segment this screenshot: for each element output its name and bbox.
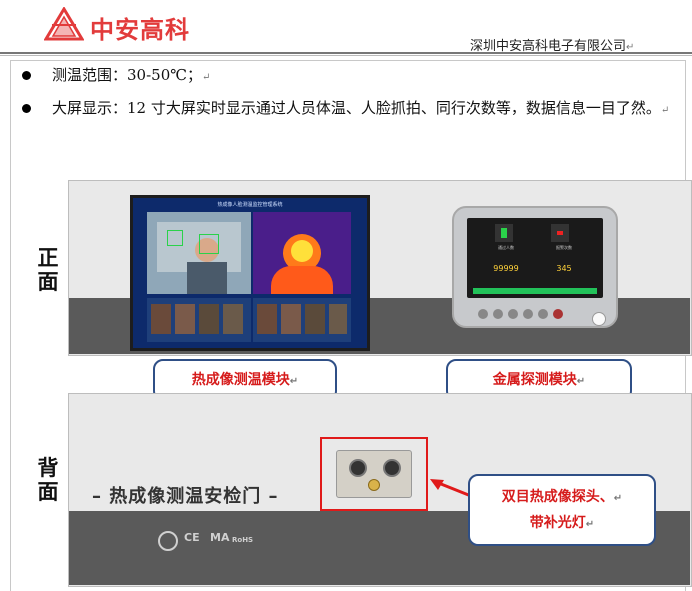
thermal-camera-view [253, 212, 351, 294]
alarm-count-caption: 报警次数 [556, 245, 572, 250]
key-button-icon [523, 309, 533, 319]
key-button-icon [508, 309, 518, 319]
screen-title: 热成像人脸测温监控管理系统 [217, 202, 283, 208]
logo-icon [44, 7, 84, 41]
indicator-bar [473, 288, 597, 294]
gate-title: – 热成像测温安检门 – [92, 486, 279, 507]
logo-text: 中安高科 [90, 16, 190, 44]
dual-thermal-probe [336, 450, 412, 498]
callout-dual-probe: 双目热成像探头、↵ 带补光灯↵ [468, 474, 656, 546]
power-button-icon [553, 309, 563, 319]
recycle-icon [158, 531, 178, 551]
lens-icon [383, 459, 401, 477]
ce-mark: CE [184, 531, 200, 544]
back-label: 背面 [37, 456, 59, 504]
alarm-count-value: 345 [556, 264, 572, 273]
key-button-icon [493, 309, 503, 319]
return-mark: ↵ [660, 105, 670, 116]
front-label: 正面 [37, 246, 59, 294]
ma-mark: MA [210, 531, 230, 544]
face-capture-strip-right [253, 298, 351, 342]
metal-detector-screen: 通过人数 报警次数 99999 345 [467, 218, 603, 298]
key-button-icon [538, 309, 548, 319]
lens-icon [349, 459, 367, 477]
bullet-dot-icon [22, 104, 31, 113]
bullet-dot-icon [22, 71, 31, 80]
person-pass-icon [495, 224, 513, 242]
header-divider-thin [0, 55, 692, 56]
pass-count-caption: 通过人数 [498, 245, 514, 250]
bullet-text: 测温范围：30-50℃； [52, 66, 203, 84]
visible-camera-view [147, 212, 251, 294]
return-mark: ↵ [202, 72, 211, 83]
alarm-icon [551, 224, 569, 242]
fill-light-icon [368, 479, 380, 491]
key-button-icon [478, 309, 488, 319]
bullet-temperature-range: 测温范围：30-50℃；↵ [22, 63, 672, 87]
pass-count-value: 99999 [493, 264, 519, 273]
indicator-light-icon [592, 312, 606, 326]
metal-detector-keypad [478, 309, 563, 321]
bullet-big-screen: 大屏显示：12 寸大屏实时显示通过人员体温、人脸抓拍、同行次数等，数据信息一目了… [22, 96, 672, 146]
bullet-text: 大屏显示：12 寸大屏实时显示通过人员体温、人脸抓拍、同行次数等，数据信息一目了… [52, 99, 661, 117]
thermal-display-screen: 热成像人脸测温监控管理系统 [130, 195, 370, 351]
face-capture-strip-left [147, 298, 251, 342]
rohs-mark: RoHS [232, 536, 254, 544]
header-divider [0, 52, 692, 54]
